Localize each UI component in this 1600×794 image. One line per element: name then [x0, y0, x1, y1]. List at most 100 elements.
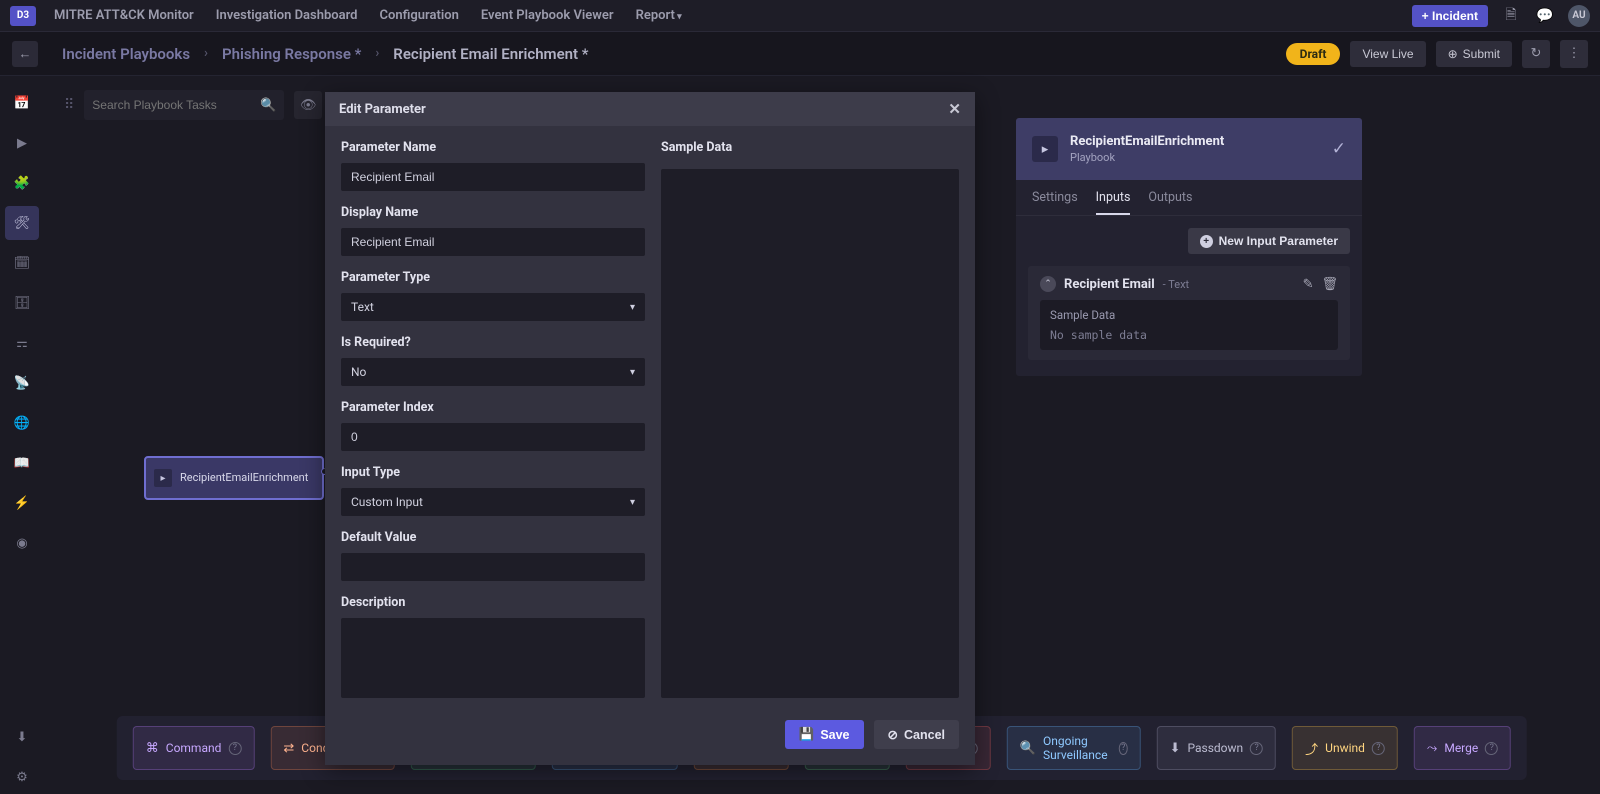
nav-report[interactable]: Report [636, 8, 682, 23]
rail-fingerprint-icon[interactable]: ◉ [5, 526, 39, 560]
nav-investigation[interactable]: Investigation Dashboard [216, 8, 358, 23]
inspector-check-icon[interactable]: ✓ [1332, 139, 1346, 159]
app-logo[interactable]: D3 [10, 6, 36, 26]
search-icon: 🔍 [260, 98, 276, 113]
input-parameter-index[interactable] [341, 423, 645, 451]
rail-database-icon[interactable]: 🗄 [5, 286, 39, 320]
rail-tools-icon[interactable]: 🛠 [5, 206, 39, 240]
rail-book-icon[interactable]: 📖 [5, 446, 39, 480]
submit-button[interactable]: ⊕ Submit [1436, 41, 1512, 67]
cancel-icon: ⊘ [888, 727, 898, 742]
rail-settings-icon[interactable]: ⚙ [5, 760, 39, 794]
input-default-value[interactable] [341, 553, 645, 581]
tool-command[interactable]: ⌘Command? [133, 726, 255, 770]
rail-puzzle-icon[interactable]: 🧩 [5, 166, 39, 200]
label-parameter-type: Parameter Type [341, 270, 645, 285]
input-parameter-name[interactable] [341, 163, 645, 191]
breadcrumb: Incident Playbooks › Phishing Response *… [62, 45, 589, 63]
label-sample-data: Sample Data [661, 140, 959, 155]
inspector-tabs: Settings Inputs Outputs [1016, 180, 1362, 216]
label-is-required: Is Required? [341, 335, 645, 350]
inspector-panel: ▸ RecipientEmailEnrichment Playbook ✓ Se… [1016, 118, 1362, 376]
chevron-right-icon: › [375, 46, 379, 61]
plus-icon: + [1200, 235, 1213, 248]
playbook-node[interactable]: ▸ RecipientEmailEnrichment [144, 456, 324, 500]
save-label: Save [820, 728, 849, 742]
input-display-name[interactable] [341, 228, 645, 256]
cancel-label: Cancel [904, 728, 945, 742]
breadcrumb-mid[interactable]: Phishing Response * [222, 45, 361, 63]
modal-close-button[interactable]: ✕ [948, 100, 961, 118]
rail-broadcast-icon[interactable]: 📡 [5, 366, 39, 400]
rail-play-icon[interactable]: ▶ [5, 126, 39, 160]
label-input-type: Input Type [341, 465, 645, 480]
view-live-button[interactable]: View Live [1350, 41, 1425, 67]
rail-schedule-icon[interactable]: 🗓 [5, 246, 39, 280]
more-menu-icon[interactable]: ⋮ [1560, 40, 1588, 68]
select-parameter-type[interactable]: Text [341, 293, 645, 321]
tab-inputs[interactable]: Inputs [1096, 190, 1131, 215]
left-rail: 📅 ▶ 🧩 🛠 🗓 🗄 ⚎ 📡 🌐 📖 ⚡ ◉ ⬇ ⚙ [0, 76, 44, 794]
label-display-name: Display Name [341, 205, 645, 220]
submit-label: Submit [1463, 47, 1500, 61]
chat-icon[interactable]: 💬 [1534, 5, 1556, 27]
label-description: Description [341, 595, 645, 610]
new-param-label: New Input Parameter [1219, 234, 1338, 248]
param-type: - Text [1163, 278, 1189, 291]
rail-calendar-icon[interactable]: 📅 [5, 86, 39, 120]
tab-settings[interactable]: Settings [1032, 190, 1078, 215]
inspector-header: ▸ RecipientEmailEnrichment Playbook ✓ [1016, 118, 1362, 180]
inspector-title: RecipientEmailEnrichment [1070, 134, 1320, 149]
breadcrumb-root[interactable]: Incident Playbooks [62, 45, 190, 63]
cancel-button[interactable]: ⊘ Cancel [874, 720, 959, 749]
tool-surveillance[interactable]: 🔍Ongoing Surveillance? [1007, 726, 1141, 770]
edit-param-icon[interactable]: ✎ [1303, 277, 1314, 292]
delete-param-icon[interactable]: 🗑 [1321, 277, 1338, 292]
history-icon[interactable]: ↻ [1522, 40, 1550, 68]
rail-download-icon[interactable]: ⬇ [5, 720, 39, 754]
tool-unwind[interactable]: ⤴Unwind? [1292, 726, 1398, 770]
select-is-required[interactable]: No [341, 358, 645, 386]
nav-configuration[interactable]: Configuration [380, 8, 459, 23]
modal-header: Edit Parameter ✕ [325, 92, 975, 126]
label-parameter-index: Parameter Index [341, 400, 645, 415]
back-button[interactable]: ← [12, 41, 38, 67]
label-parameter-name: Parameter Name [341, 140, 645, 155]
visibility-toggle[interactable]: 👁 [294, 91, 322, 119]
task-search[interactable]: 🔍 [84, 90, 284, 120]
select-input-type[interactable]: Custom Input [341, 488, 645, 516]
param-name: Recipient Email [1064, 277, 1155, 292]
nav-mitre[interactable]: MITRE ATT&CK Monitor [54, 8, 194, 23]
tab-outputs[interactable]: Outputs [1148, 190, 1192, 215]
input-parameter-card: ⌃ Recipient Email - Text ✎ 🗑 Sample Data… [1028, 266, 1350, 360]
top-nav: D3 MITRE ATT&CK Monitor Investigation Da… [0, 0, 1600, 32]
sample-data-label: Sample Data [1050, 308, 1328, 322]
textarea-description[interactable] [341, 618, 645, 698]
rail-share-icon[interactable]: ⚎ [5, 326, 39, 360]
tool-merge[interactable]: ⤳Merge? [1414, 726, 1511, 770]
inspector-type-icon: ▸ [1032, 136, 1058, 162]
nav-event-playbook[interactable]: Event Playbook Viewer [481, 8, 614, 23]
rail-globe-icon[interactable]: 🌐 [5, 406, 39, 440]
avatar[interactable]: AU [1568, 5, 1590, 27]
breadcrumb-current: Recipient Email Enrichment * [393, 45, 588, 63]
save-button[interactable]: 💾 Save [785, 720, 864, 749]
tool-passdown[interactable]: ⬇Passdown? [1157, 726, 1277, 770]
new-incident-button[interactable]: Incident [1412, 5, 1488, 27]
node-title: RecipientEmailEnrichment [180, 472, 308, 485]
inspector-subtitle: Playbook [1070, 151, 1320, 164]
drag-handle-icon[interactable]: ⠿ [64, 97, 74, 113]
collapse-toggle[interactable]: ⌃ [1040, 276, 1056, 292]
document-icon[interactable]: 🗎 [1500, 5, 1522, 27]
new-input-parameter-button[interactable]: + New Input Parameter [1188, 228, 1350, 254]
chevron-right-icon: › [204, 46, 208, 61]
rail-bolt-icon[interactable]: ⚡ [5, 486, 39, 520]
task-search-input[interactable] [92, 98, 260, 112]
sample-data-area[interactable] [661, 169, 959, 698]
modal-title: Edit Parameter [339, 102, 426, 117]
breadcrumb-bar: ← Incident Playbooks › Phishing Response… [0, 32, 1600, 76]
plus-circle-icon: ⊕ [1448, 47, 1458, 61]
edit-parameter-modal: Edit Parameter ✕ Parameter Name Display … [325, 92, 975, 765]
top-links: MITRE ATT&CK Monitor Investigation Dashb… [54, 8, 682, 23]
save-icon: 💾 [799, 727, 815, 742]
